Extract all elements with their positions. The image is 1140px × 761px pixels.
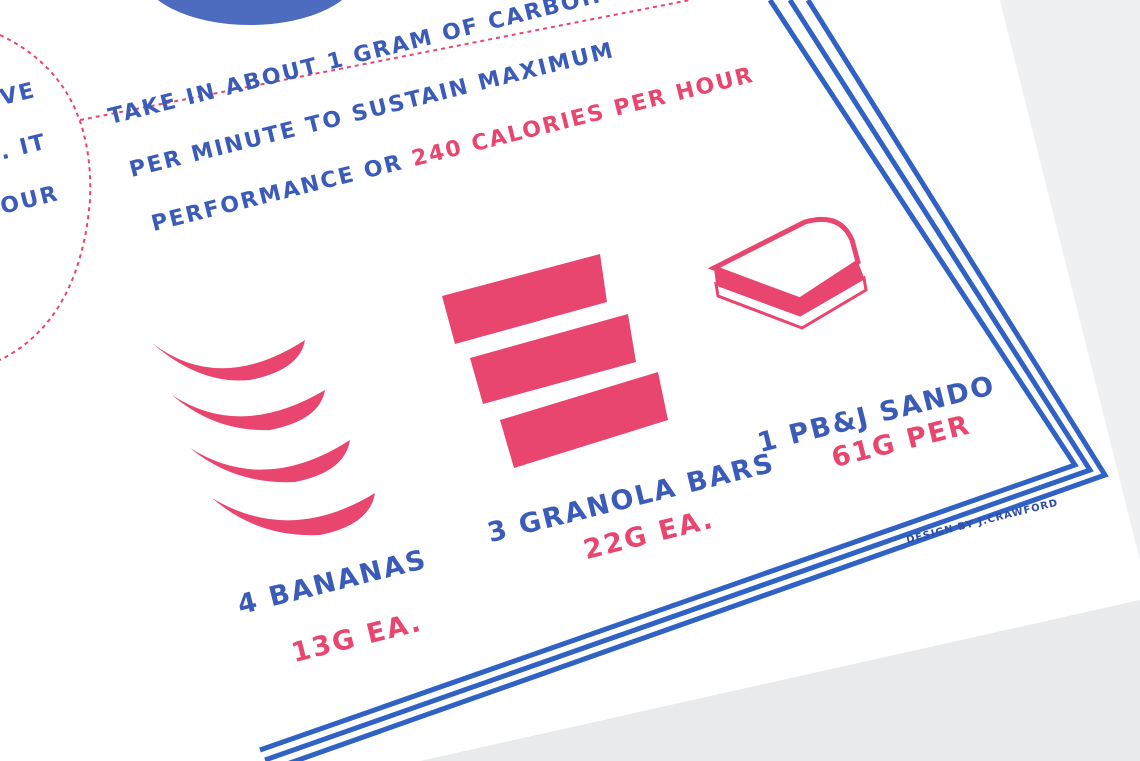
photo-scene: VE . IT OUR TAKE IN ABOUT 1 GRAM OF CARB…: [0, 0, 1140, 761]
